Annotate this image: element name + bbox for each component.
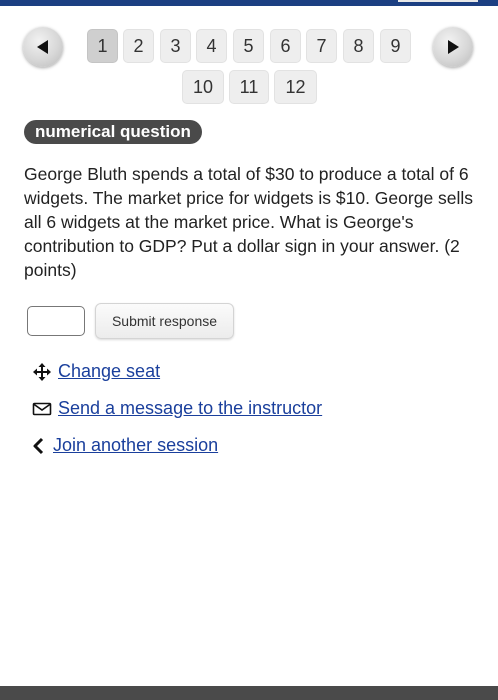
previous-question-button[interactable]	[23, 27, 63, 67]
page-button-9[interactable]: 9	[380, 29, 411, 63]
change-seat-link[interactable]: Change seat	[58, 361, 160, 382]
left-arrow-icon	[37, 40, 48, 54]
page-button-7[interactable]: 7	[306, 29, 337, 63]
change-seat-row: Change seat	[32, 361, 160, 382]
submit-response-button[interactable]: Submit response	[95, 303, 234, 339]
page-button-12[interactable]: 12	[274, 70, 317, 104]
answer-input[interactable]	[27, 306, 85, 336]
page-button-5[interactable]: 5	[233, 29, 264, 63]
page-button-1[interactable]: 1	[87, 29, 118, 63]
question-text: George Bluth spends a total of $30 to pr…	[24, 164, 474, 280]
message-instructor-row: Send a message to the instructor	[32, 398, 322, 419]
send-message-link[interactable]: Send a message to the instructor	[58, 398, 322, 419]
next-question-button[interactable]	[433, 27, 473, 67]
move-icon	[32, 362, 52, 382]
join-session-row: Join another session	[32, 435, 218, 456]
page-button-3[interactable]: 3	[160, 29, 191, 63]
right-arrow-icon	[448, 40, 459, 54]
join-another-session-link[interactable]: Join another session	[53, 435, 218, 456]
page-button-11[interactable]: 11	[229, 70, 269, 104]
page-button-10[interactable]: 10	[182, 70, 224, 104]
page-button-8[interactable]: 8	[343, 29, 374, 63]
page-button-4[interactable]: 4	[196, 29, 227, 63]
page-button-2[interactable]: 2	[123, 29, 154, 63]
header-notch	[398, 0, 478, 2]
chevron-left-icon	[32, 436, 47, 456]
bottom-bar	[0, 686, 498, 700]
envelope-icon	[32, 399, 52, 419]
page-button-6[interactable]: 6	[270, 29, 301, 63]
question-type-badge: numerical question	[24, 120, 202, 144]
